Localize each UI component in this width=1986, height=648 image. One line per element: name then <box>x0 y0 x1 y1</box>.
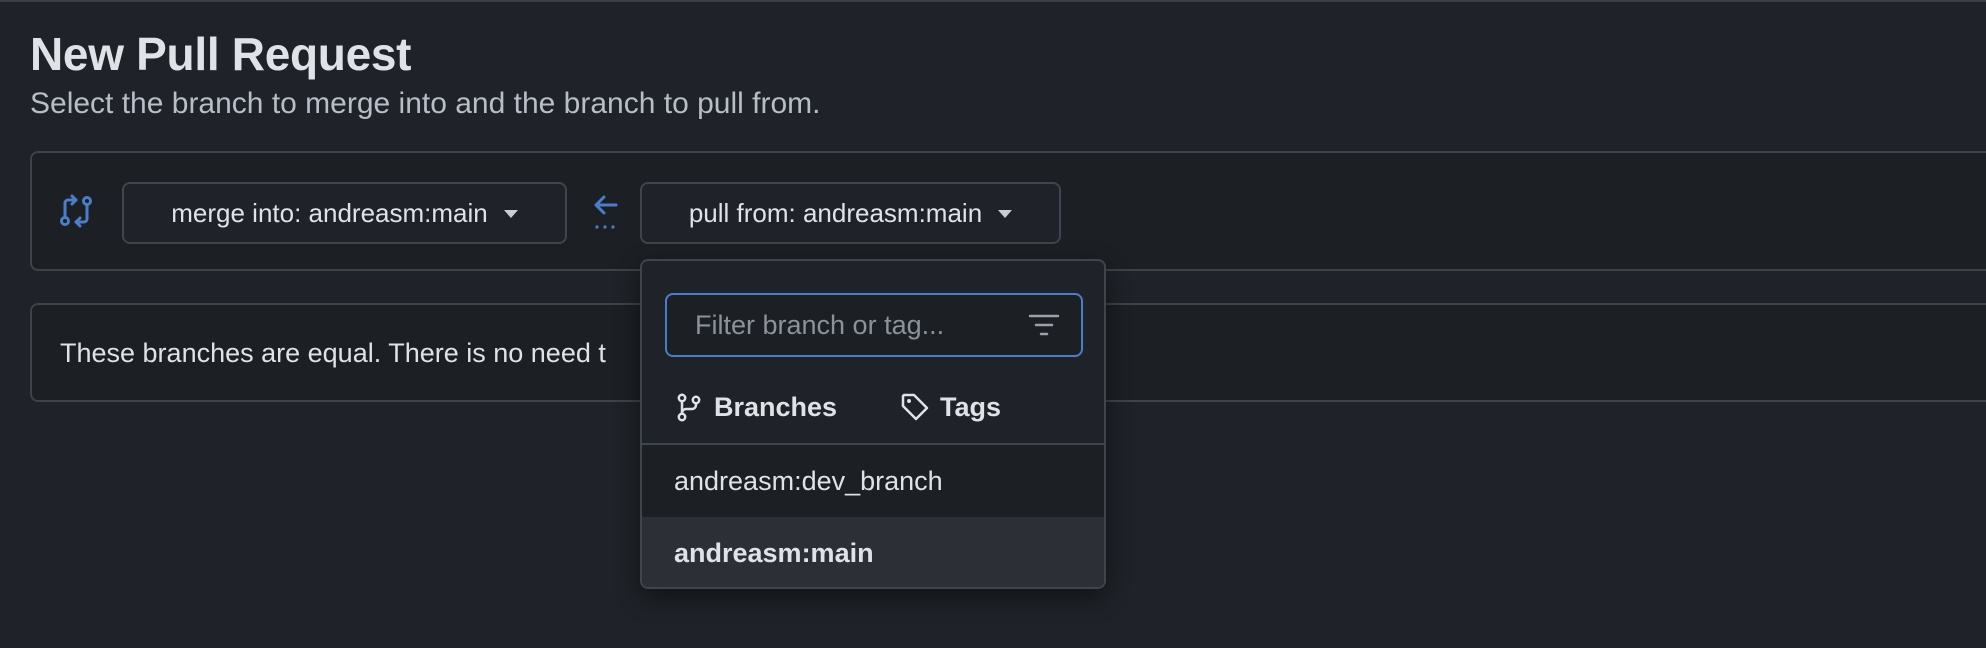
filter-branch-input[interactable] <box>667 295 1007 355</box>
tab-branches[interactable]: Branches <box>674 385 837 429</box>
merge-into-branch-button[interactable]: merge into: andreasm:main <box>122 182 567 244</box>
arrow-left-icon <box>594 195 618 229</box>
branch-item-main[interactable]: andreasm:main <box>642 517 1104 587</box>
branch-list: andreasm:dev_branch andreasm:main <box>642 445 1104 587</box>
merge-into-label: merge into: andreasm:main <box>171 197 488 228</box>
tab-tags[interactable]: Tags <box>900 385 1001 429</box>
filter-icon[interactable] <box>1027 312 1061 338</box>
pull-from-label: pull from: andreasm:main <box>688 197 983 228</box>
tab-tags-label: Tags <box>940 391 1002 422</box>
git-branch-icon <box>677 393 701 422</box>
caret-down-icon <box>503 210 518 218</box>
filter-field <box>665 293 1083 357</box>
pull-from-branch-button[interactable]: pull from: andreasm:main <box>640 182 1061 244</box>
page-subtitle: Select the branch to merge into and the … <box>30 87 821 120</box>
branch-tag-tabs: Branches Tags <box>642 377 1104 445</box>
git-compare-icon <box>60 194 92 228</box>
page-title: New Pull Request <box>30 28 412 80</box>
branch-select-dropdown: Branches Tags andreasm:dev_branch andrea… <box>640 259 1106 589</box>
tag-icon <box>901 393 929 421</box>
branch-item-dev-branch[interactable]: andreasm:dev_branch <box>642 445 1104 517</box>
status-message: These branches are equal. There is no ne… <box>60 338 606 368</box>
top-divider <box>0 0 1986 2</box>
caret-down-icon <box>998 210 1013 218</box>
tab-branches-label: Branches <box>714 391 838 422</box>
